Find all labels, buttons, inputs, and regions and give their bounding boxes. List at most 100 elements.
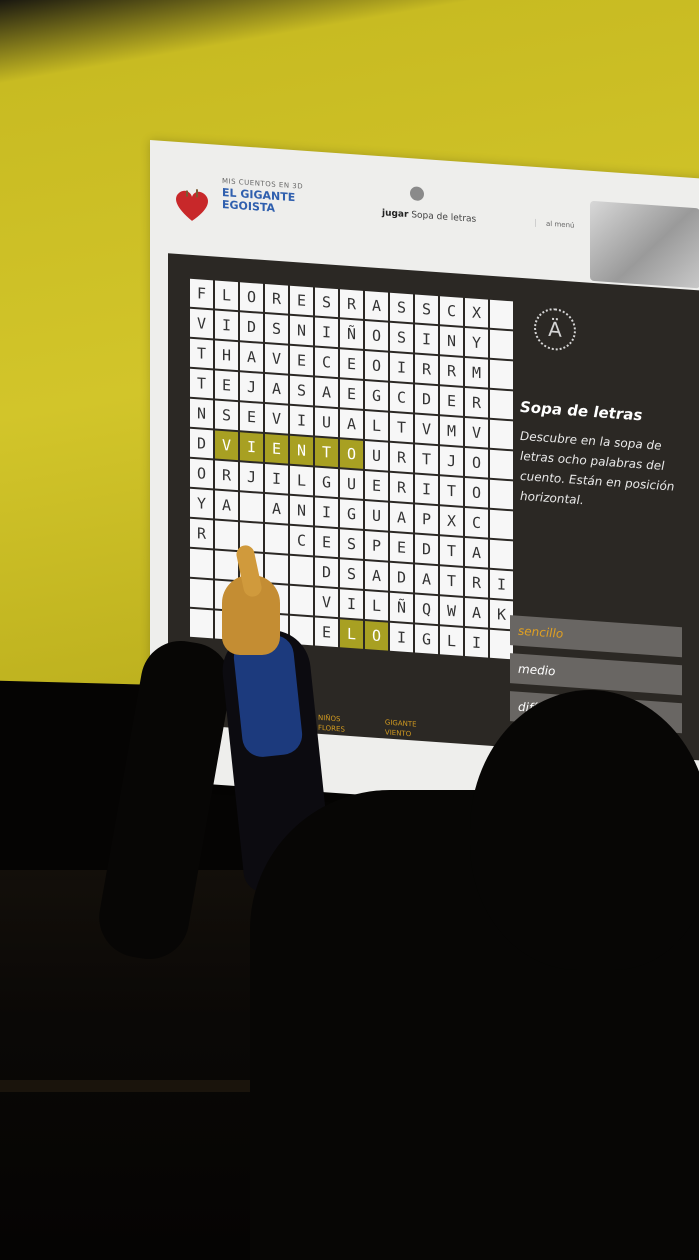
grid-cell[interactable]: A [465, 538, 488, 568]
grid-cell[interactable] [265, 524, 288, 554]
grid-cell[interactable]: T [190, 338, 213, 369]
grid-cell[interactable]: Q [415, 594, 438, 625]
grid-cell[interactable]: N [290, 315, 313, 346]
grid-cell[interactable]: L [440, 626, 463, 656]
grid-cell[interactable]: A [215, 490, 238, 521]
grid-cell[interactable]: A [365, 291, 388, 321]
grid-cell[interactable]: T [440, 476, 463, 506]
grid-cell[interactable]: C [315, 347, 338, 378]
grid-cell[interactable]: L [365, 591, 388, 621]
grid-cell[interactable]: J [240, 372, 263, 402]
grid-cell[interactable]: R [465, 568, 488, 598]
grid-cell[interactable]: N [290, 435, 313, 466]
grid-cell[interactable] [265, 554, 288, 584]
grid-cell[interactable]: J [440, 446, 463, 476]
grid-cell[interactable]: Ñ [390, 592, 413, 623]
grid-cell[interactable]: M [465, 358, 488, 388]
grid-cell[interactable]: I [290, 405, 313, 436]
grid-cell[interactable]: A [390, 502, 413, 533]
grid-cell[interactable]: O [365, 351, 388, 381]
grid-cell[interactable] [215, 550, 238, 581]
grid-cell[interactable]: D [240, 312, 263, 342]
grid-cell[interactable]: A [240, 342, 263, 372]
grid-cell[interactable]: N [190, 398, 213, 429]
grid-cell[interactable]: U [315, 407, 338, 438]
grid-cell[interactable]: C [440, 296, 463, 326]
grid-cell[interactable]: I [465, 628, 488, 658]
grid-cell[interactable]: A [415, 564, 438, 595]
grid-cell[interactable]: A [340, 409, 363, 439]
grid-cell[interactable]: C [390, 382, 413, 413]
grid-cell[interactable]: R [340, 289, 363, 319]
grid-cell[interactable]: G [315, 467, 338, 498]
grid-cell[interactable]: R [465, 388, 488, 418]
grid-cell[interactable]: I [415, 474, 438, 505]
grid-cell[interactable]: O [190, 458, 213, 489]
grid-cell[interactable]: E [340, 379, 363, 409]
grid-cell[interactable]: I [315, 497, 338, 528]
grid-cell[interactable] [290, 585, 313, 616]
grid-cell[interactable]: G [340, 499, 363, 529]
grid-cell[interactable]: N [440, 326, 463, 356]
grid-cell[interactable] [190, 548, 213, 579]
grid-cell[interactable]: I [415, 324, 438, 355]
grid-cell[interactable]: R [390, 442, 413, 473]
grid-cell[interactable]: O [365, 621, 388, 651]
grid-cell[interactable]: V [265, 344, 288, 374]
grid-cell[interactable] [240, 492, 263, 522]
grid-cell[interactable]: E [390, 532, 413, 563]
grid-cell[interactable]: V [415, 414, 438, 445]
grid-cell[interactable]: L [340, 619, 363, 649]
grid-cell[interactable] [215, 520, 238, 551]
grid-cell[interactable]: E [240, 402, 263, 432]
grid-cell[interactable]: E [440, 386, 463, 416]
grid-cell[interactable]: I [390, 622, 413, 653]
grid-cell[interactable]: X [440, 506, 463, 536]
grid-cell[interactable]: X [465, 298, 488, 328]
grid-cell[interactable]: T [440, 536, 463, 566]
grid-cell[interactable]: S [390, 292, 413, 323]
grid-cell[interactable]: V [215, 430, 238, 461]
level-medium-button[interactable]: medio [510, 653, 682, 696]
grid-cell[interactable]: R [440, 356, 463, 386]
grid-cell[interactable]: V [190, 308, 213, 339]
grid-cell[interactable]: I [390, 352, 413, 383]
grid-cell[interactable]: I [240, 432, 263, 462]
grid-cell[interactable]: U [365, 501, 388, 531]
grid-cell[interactable]: O [240, 282, 263, 312]
grid-cell[interactable]: E [365, 471, 388, 501]
grid-cell[interactable] [190, 608, 213, 639]
grid-cell[interactable] [290, 555, 313, 586]
grid-cell[interactable]: D [190, 428, 213, 459]
grid-cell[interactable] [190, 578, 213, 609]
grid-cell[interactable]: A [365, 561, 388, 591]
grid-cell[interactable]: N [290, 495, 313, 526]
grid-cell[interactable]: E [315, 527, 338, 558]
grid-cell[interactable]: E [290, 285, 313, 316]
grid-cell[interactable]: I [315, 317, 338, 348]
grid-cell[interactable]: E [315, 617, 338, 648]
grid-cell[interactable]: J [240, 462, 263, 492]
grid-cell[interactable]: S [415, 294, 438, 325]
grid-cell[interactable]: T [440, 566, 463, 596]
grid-cell[interactable]: U [340, 469, 363, 499]
grid-cell[interactable]: E [340, 349, 363, 379]
grid-cell[interactable]: W [440, 596, 463, 626]
grid-cell[interactable]: R [190, 518, 213, 549]
grid-cell[interactable]: I [265, 464, 288, 494]
grid-cell[interactable]: L [215, 280, 238, 311]
grid-cell[interactable]: A [265, 374, 288, 404]
grid-cell[interactable]: R [390, 472, 413, 503]
grid-cell[interactable]: R [265, 284, 288, 314]
grid-cell[interactable]: R [415, 354, 438, 385]
grid-cell[interactable]: G [365, 381, 388, 411]
grid-cell[interactable]: O [465, 478, 488, 508]
grid-cell[interactable]: L [290, 465, 313, 496]
level-easy-button[interactable]: sencillo [510, 615, 682, 658]
grid-cell[interactable]: C [290, 525, 313, 556]
grid-cell[interactable]: S [390, 322, 413, 353]
grid-cell[interactable]: T [390, 412, 413, 443]
grid-cell[interactable]: D [415, 384, 438, 415]
grid-cell[interactable]: S [340, 529, 363, 559]
grid-cell[interactable]: G [415, 624, 438, 655]
